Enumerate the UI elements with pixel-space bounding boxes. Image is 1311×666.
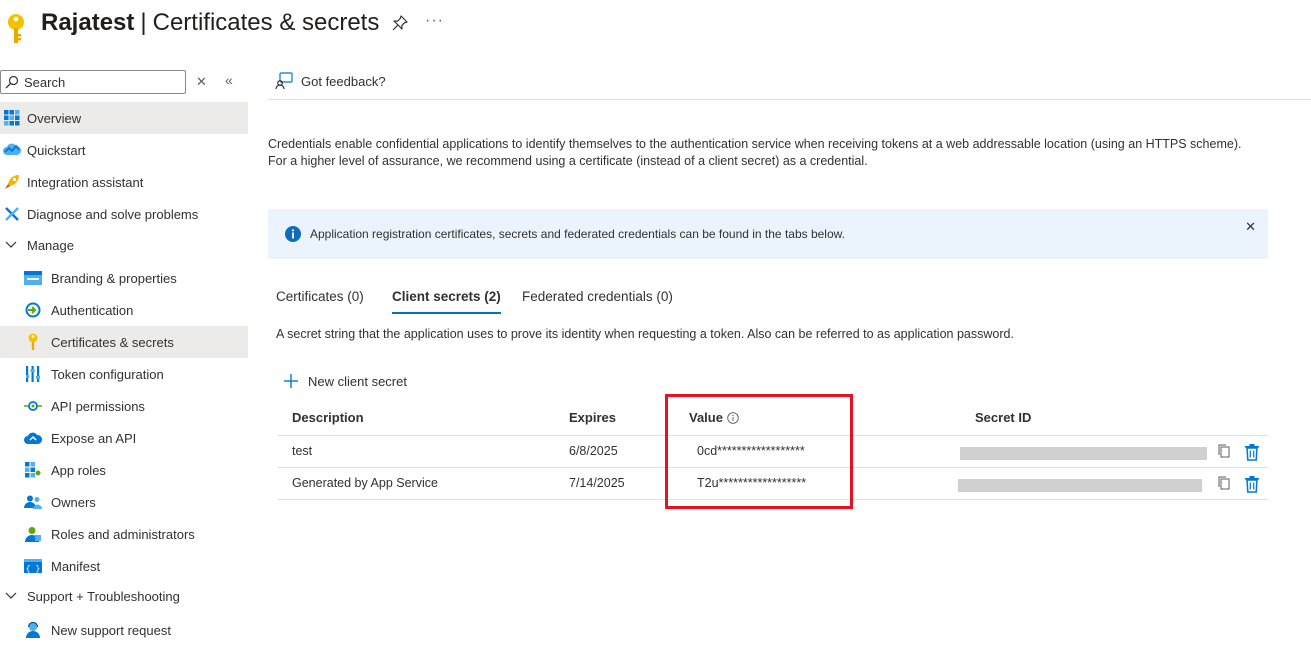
- page-title-text: Certificates & secrets: [152, 9, 380, 36]
- sidebar-item-label: Overview: [27, 110, 82, 126]
- cloud-icon: [24, 429, 42, 447]
- search-input[interactable]: [24, 73, 182, 91]
- sidebar-item-label: Integration assistant: [27, 174, 144, 190]
- sidebar-item-label: Branding & properties: [51, 270, 177, 286]
- support-icon: [24, 621, 42, 639]
- rocket-icon: [3, 173, 21, 191]
- sidebar-item-authentication[interactable]: Authentication: [0, 294, 248, 326]
- sidebar-item-api-permissions[interactable]: API permissions: [0, 390, 248, 422]
- redacted-secret-id: [960, 447, 1207, 460]
- sidebar-item-label: Token configuration: [51, 366, 164, 382]
- page-description: Credentials enable confidential applicat…: [268, 137, 1242, 168]
- info-banner: Application registration certificates, s…: [268, 209, 1268, 259]
- sidebar-item-manifest[interactable]: { } Manifest: [0, 550, 248, 582]
- redacted-secret-id: [958, 479, 1202, 492]
- copy-icon[interactable]: [1216, 443, 1232, 461]
- manifest-icon: { }: [24, 557, 42, 575]
- key-icon: [24, 333, 42, 351]
- more-options-icon[interactable]: ···: [425, 12, 444, 30]
- sidebar-item-branding[interactable]: Branding & properties: [0, 262, 248, 294]
- sidebar-item-label: API permissions: [51, 398, 145, 414]
- sidebar-group-label: Support + Troubleshooting: [27, 588, 180, 604]
- sidebar-item-label: Manifest: [51, 558, 101, 574]
- command-bar: Got feedback?: [268, 66, 1311, 100]
- sidebar-item-integration-assistant[interactable]: Integration assistant: [0, 166, 248, 198]
- tab-federated-credentials[interactable]: Federated credentials (0): [522, 282, 673, 314]
- copy-icon[interactable]: [1216, 475, 1232, 493]
- info-banner-text: Application registration certificates, s…: [310, 227, 845, 241]
- chevron-down-icon: [5, 592, 19, 600]
- clear-search-icon[interactable]: ✕: [196, 74, 207, 90]
- close-icon[interactable]: ✕: [1245, 219, 1256, 235]
- sidebar-item-label: Certificates & secrets: [51, 334, 174, 350]
- new-client-secret-label: New client secret: [308, 373, 407, 389]
- secret-description: Generated by App Service: [292, 476, 438, 490]
- sidebar-item-owners[interactable]: Owners: [0, 486, 248, 518]
- sidebar-group-manage[interactable]: Manage: [0, 229, 248, 261]
- search-box[interactable]: [0, 70, 186, 94]
- wrench-icon: [3, 205, 21, 223]
- delete-icon[interactable]: [1244, 443, 1260, 461]
- sidebar-item-label: Owners: [51, 494, 96, 510]
- branding-icon: [24, 269, 42, 287]
- sidebar-item-overview[interactable]: Overview: [0, 102, 248, 134]
- collapse-sidebar-icon[interactable]: «: [225, 72, 233, 88]
- column-header-expires[interactable]: Expires: [569, 400, 616, 435]
- sidebar-item-expose-api[interactable]: Expose an API: [0, 422, 248, 454]
- sidebar-item-label: New support request: [51, 622, 171, 638]
- sidebar-item-roles-administrators[interactable]: Roles and administrators: [0, 518, 248, 550]
- feedback-button[interactable]: Got feedback?: [275, 72, 386, 90]
- svg-text:{ }: { }: [26, 565, 40, 573]
- column-header-description[interactable]: Description: [292, 400, 364, 435]
- sidebar-item-label: Roles and administrators: [51, 526, 195, 542]
- tab-certificates[interactable]: Certificates (0): [276, 282, 364, 314]
- sidebar-item-label: Expose an API: [51, 430, 137, 446]
- overview-icon: [3, 109, 21, 127]
- feedback-label: Got feedback?: [301, 73, 386, 89]
- secret-description: test: [292, 444, 313, 458]
- value-column-highlight: [665, 394, 853, 509]
- sidebar-item-app-roles[interactable]: App roles: [0, 454, 248, 486]
- new-client-secret-button[interactable]: New client secret: [283, 373, 407, 389]
- tab-client-secrets[interactable]: Client secrets (2): [392, 282, 501, 314]
- search-icon: [5, 75, 19, 89]
- sidebar-item-quickstart[interactable]: Quickstart: [0, 134, 248, 166]
- sidebar-item-label: Diagnose and solve problems: [27, 206, 199, 222]
- feedback-icon: [275, 72, 293, 90]
- token-icon: [24, 365, 42, 383]
- sidebar-item-label: Authentication: [51, 302, 134, 318]
- chevron-down-icon: [5, 241, 19, 249]
- secret-expires: 6/8/2025: [569, 444, 618, 458]
- delete-icon[interactable]: [1244, 475, 1260, 493]
- owners-icon: [24, 493, 42, 511]
- authentication-icon: [24, 301, 42, 319]
- sidebar-item-token-configuration[interactable]: Token configuration: [0, 358, 248, 390]
- column-header-secret-id[interactable]: Secret ID: [975, 400, 1031, 435]
- key-icon: [8, 14, 24, 43]
- sidebar-group-support[interactable]: Support + Troubleshooting: [0, 580, 248, 612]
- api-permissions-icon: [24, 397, 42, 415]
- tab-description: A secret string that the application use…: [276, 327, 1014, 341]
- plus-icon: [284, 374, 298, 388]
- info-icon: [285, 226, 301, 242]
- sidebar-group-label: Manage: [27, 237, 74, 253]
- sidebar-item-new-support-request[interactable]: New support request: [0, 614, 248, 646]
- page-title: Rajatest | Certificates & secrets: [41, 9, 379, 37]
- app-roles-icon: [24, 461, 42, 479]
- title-separator: |: [140, 9, 147, 36]
- pin-icon[interactable]: [391, 14, 409, 32]
- title-bar: Rajatest | Certificates & secrets ···: [0, 0, 1311, 50]
- app-name: Rajatest: [41, 9, 135, 36]
- sidebar-item-diagnose[interactable]: Diagnose and solve problems: [0, 198, 248, 230]
- secret-expires: 7/14/2025: [569, 476, 625, 490]
- sidebar-item-certificates-secrets[interactable]: Certificates & secrets: [0, 326, 248, 358]
- sidebar-item-label: Quickstart: [27, 142, 86, 158]
- sidebar: ✕ « Overview Quickstart: [0, 66, 248, 666]
- sidebar-item-label: App roles: [51, 462, 106, 478]
- quickstart-icon: [3, 141, 21, 159]
- roles-icon: [24, 525, 42, 543]
